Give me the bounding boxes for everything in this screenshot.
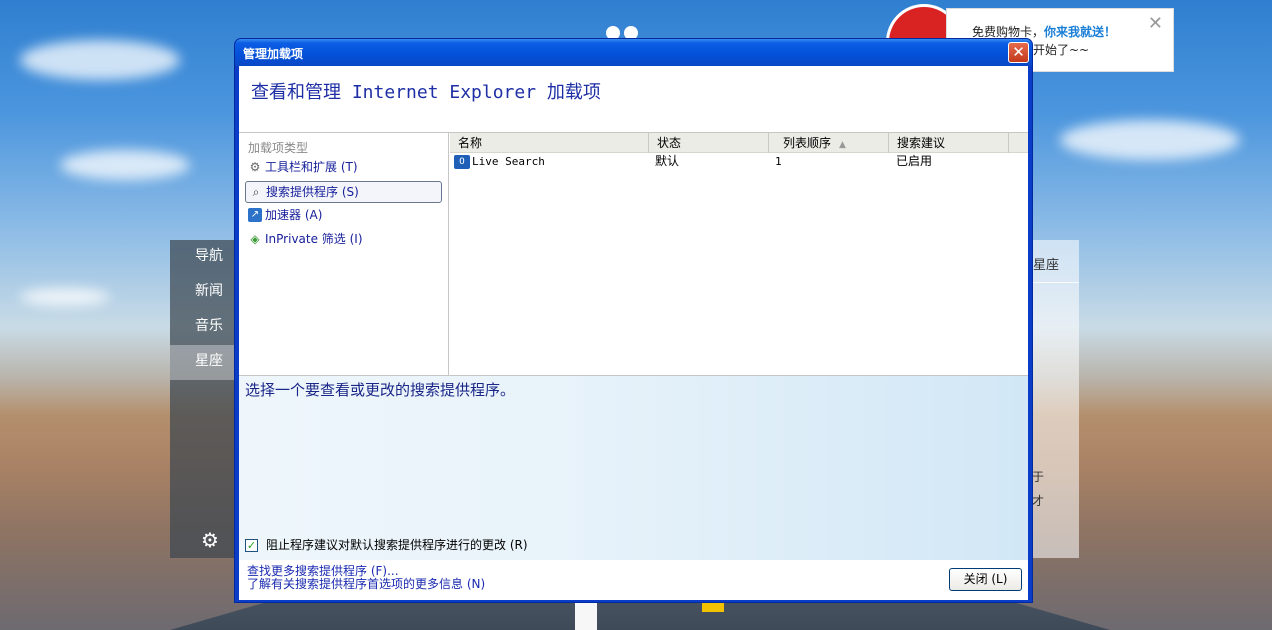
title-bar[interactable]: 管理加载项 ✕ — [235, 39, 1032, 66]
settings-icon[interactable]: ⚙ — [201, 528, 219, 552]
addon-types-pane: 加载项类型 ⚙ 工具栏和扩展 (T) ⌕ 搜索提供程序 (S) ↗ 加速器 (A… — [239, 133, 449, 375]
table-row[interactable]: O Live Search 默认 1 已启用 — [450, 153, 1028, 170]
addon-type-label: 加速器 (A) — [265, 208, 323, 222]
divider — [1030, 282, 1079, 283]
addon-type-accelerators[interactable]: ↗ 加速器 (A) — [245, 205, 442, 227]
manage-addons-dialog: 管理加载项 ✕ 查看和管理 Internet Explorer 加载项 加载项类… — [234, 38, 1033, 603]
right-panel-label[interactable]: 星座 — [1033, 254, 1059, 273]
side-nav-item-music[interactable]: 音乐 — [170, 310, 236, 345]
right-panel-text: 于 — [1032, 470, 1045, 484]
cloud — [20, 288, 110, 306]
column-header-label: 搜索建议 — [897, 136, 946, 150]
promo-text-highlight[interactable]: 你来我就送！ — [1044, 25, 1116, 39]
column-header-label: 名称 — [458, 136, 483, 150]
search-provider-list: 名称 状态 列表顺序 ▲ 搜索建议 O Live Search 默认 1 已启用 — [450, 133, 1028, 375]
details-pane: 选择一个要查看或更改的搜索提供程序。 ✓ 阻止程序建议对默认搜索提供程序进行的更改… — [239, 375, 1028, 560]
addon-type-label: InPrivate 筛选 (I) — [265, 232, 363, 246]
column-header-suggestions[interactable]: 搜索建议 — [889, 133, 1009, 153]
side-nav-item-navigation[interactable]: 导航 — [170, 240, 236, 275]
page-title: 查看和管理 Internet Explorer 加载项 — [251, 82, 601, 103]
provider-order: 1 — [775, 155, 782, 168]
close-icon[interactable]: ✕ — [1148, 13, 1163, 34]
promo-text-line2: 开始了~~ — [1033, 43, 1090, 57]
search-icon: ⌕ — [252, 185, 260, 199]
road-marking — [702, 602, 724, 612]
provider-name: Live Search — [472, 155, 545, 168]
addon-type-label: 搜索提供程序 (S) — [266, 185, 359, 199]
dialog-title: 管理加载项 — [243, 47, 304, 61]
prevent-changes-option[interactable]: ✓ 阻止程序建议对默认搜索提供程序进行的更改 (R) — [245, 536, 528, 553]
provider-status: 默认 — [655, 154, 680, 168]
column-header-label: 状态 — [657, 136, 682, 150]
right-panel-text: 才 — [1032, 494, 1045, 508]
promo-text-prefix: 免费购物卡， — [972, 25, 1045, 39]
side-nav: 导航 新闻 音乐 星座 ⚙ — [170, 240, 236, 558]
cloud — [60, 150, 190, 180]
cloud — [1060, 120, 1240, 160]
right-panel: 星座 于 才 — [1030, 240, 1079, 558]
column-header-order[interactable]: 列表顺序 ▲ — [769, 133, 889, 153]
gear-icon: ⚙ — [249, 160, 261, 174]
prevent-changes-checkbox[interactable]: ✓ — [245, 539, 258, 552]
sort-ascending-icon: ▲ — [839, 140, 846, 150]
close-button[interactable]: 关闭 (L) — [949, 568, 1022, 591]
dialog-footer: 查找更多搜索提供程序 (F)... 了解有关搜索提供程序首选项的更多信息 (N)… — [239, 560, 1028, 600]
provider-name-cell: O Live Search — [454, 153, 545, 170]
live-search-icon: O — [454, 155, 470, 169]
side-nav-item-news[interactable]: 新闻 — [170, 275, 236, 310]
addon-types-label: 加载项类型 — [248, 141, 309, 155]
addon-type-search-providers[interactable]: ⌕ 搜索提供程序 (S) — [245, 181, 442, 203]
details-prompt: 选择一个要查看或更改的搜索提供程序。 — [245, 381, 516, 399]
addon-type-label: 工具栏和扩展 (T) — [265, 160, 358, 174]
column-header-status[interactable]: 状态 — [649, 133, 769, 153]
accelerator-icon: ↗ — [248, 208, 262, 222]
inprivate-icon: ◈ — [250, 232, 260, 246]
dialog-header: 查看和管理 Internet Explorer 加载项 — [239, 66, 1028, 133]
list-header: 名称 状态 列表顺序 ▲ 搜索建议 — [450, 133, 1028, 153]
road-marking — [575, 600, 597, 630]
learn-more-link[interactable]: 了解有关搜索提供程序首选项的更多信息 (N) — [247, 575, 485, 592]
addon-type-inprivate[interactable]: ◈ InPrivate 筛选 (I) — [245, 229, 442, 251]
side-nav-item-horoscope[interactable]: 星座 — [170, 345, 236, 380]
column-header-name[interactable]: 名称 — [450, 133, 649, 153]
cloud — [20, 40, 180, 80]
addon-type-toolbars[interactable]: ⚙ 工具栏和扩展 (T) — [245, 157, 442, 179]
column-header-label: 列表顺序 — [783, 136, 832, 150]
window-close-button[interactable]: ✕ — [1008, 42, 1029, 63]
dialog-client-area: 查看和管理 Internet Explorer 加载项 加载项类型 ⚙ 工具栏和… — [239, 66, 1028, 600]
provider-suggestions: 已启用 — [896, 154, 933, 168]
prevent-changes-label: 阻止程序建议对默认搜索提供程序进行的更改 (R) — [266, 538, 528, 552]
